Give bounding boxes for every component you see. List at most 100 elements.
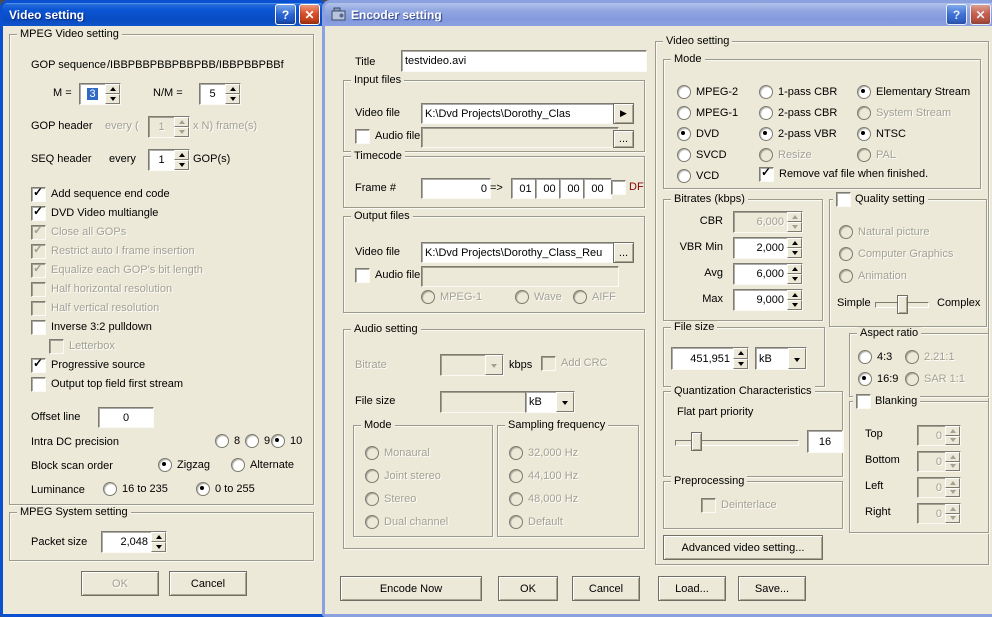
file-size-spinner[interactable]: 451,951	[671, 347, 749, 370]
radio-icon[interactable]	[677, 106, 691, 120]
radio-vcd[interactable]: VCD	[677, 169, 719, 183]
browse-button[interactable]: ...	[613, 242, 634, 263]
checkbox-icon[interactable]	[836, 191, 851, 207]
load-button[interactable]: Load...	[658, 576, 726, 601]
help-button[interactable]: ?	[946, 4, 967, 25]
check-inverse-32-pulldown[interactable]: Inverse 3:2 pulldown	[31, 319, 152, 335]
checkbox-icon[interactable]	[355, 267, 370, 283]
spin-down-icon[interactable]	[174, 160, 189, 170]
radio-2pass-vbr[interactable]: 2-pass VBR	[759, 127, 837, 141]
packet-size-spinner[interactable]: 2,048	[101, 531, 167, 553]
checkbox-icon[interactable]	[759, 165, 774, 182]
output-video-file-input[interactable]: K:\Dvd Projects\Dorothy_Class_Reu	[421, 242, 619, 263]
check-dvd-video-multiangle[interactable]: DVD Video multiangle	[31, 204, 158, 221]
radio-mpeg1[interactable]: MPEG-1	[677, 106, 738, 120]
spin-up-icon[interactable]	[787, 290, 802, 300]
radio-icon[interactable]	[858, 372, 872, 386]
spin-down-icon[interactable]	[787, 300, 802, 310]
spin-down-icon[interactable]	[787, 248, 802, 258]
radio-zigzag[interactable]: Zigzag	[158, 458, 210, 472]
spin-down-icon[interactable]	[151, 542, 166, 552]
check-quality-setting[interactable]: Quality setting	[833, 191, 928, 207]
check-output-top-field-first[interactable]: Output top field first stream	[31, 376, 183, 392]
dropdown-arrow-icon[interactable]	[556, 392, 574, 412]
quality-slider-thumb[interactable]	[897, 295, 908, 314]
encode-now-button[interactable]: Encode Now	[340, 576, 482, 601]
check-input-audio-file[interactable]: Audio file	[355, 128, 420, 144]
spin-up-icon[interactable]	[151, 532, 166, 542]
check-remove-vaf[interactable]: Remove vaf file when finished.	[759, 165, 928, 182]
spin-up-icon[interactable]	[787, 264, 802, 274]
radio-16-to-235[interactable]: 16 to 235	[103, 482, 168, 496]
radio-2pass-cbr[interactable]: 2-pass CBR	[759, 106, 837, 120]
radio-icon[interactable]	[196, 482, 210, 496]
advanced-video-setting-button[interactable]: Advanced video setting...	[663, 535, 823, 560]
radio-icon[interactable]	[245, 434, 259, 448]
offset-line-input[interactable]: 0	[98, 407, 154, 428]
radio-mpeg2[interactable]: MPEG-2	[677, 85, 738, 99]
radio-icon[interactable]	[158, 458, 172, 472]
radio-icon[interactable]	[215, 434, 229, 448]
checkbox-icon[interactable]	[31, 319, 46, 335]
file-size-unit-combo[interactable]: kB	[755, 347, 807, 370]
quantization-value-input[interactable]: 16	[807, 430, 843, 453]
timecode-frames-input[interactable]: 00	[583, 178, 612, 199]
spin-up-icon[interactable]	[105, 84, 120, 94]
radio-alternate[interactable]: Alternate	[231, 458, 294, 472]
frame-number-input[interactable]: 0	[421, 178, 491, 199]
check-drop-frame[interactable]: DF	[611, 179, 644, 195]
radio-icon[interactable]	[677, 148, 691, 162]
cancel-button[interactable]: Cancel	[169, 571, 247, 596]
radio-dvd[interactable]: DVD	[677, 127, 719, 141]
radio-0-to-255[interactable]: 0 to 255	[196, 482, 255, 496]
radio-icon[interactable]	[103, 482, 117, 496]
spin-up-icon[interactable]	[225, 84, 240, 94]
spin-up-icon[interactable]	[787, 238, 802, 248]
ok-button[interactable]: OK	[498, 576, 558, 601]
title-input[interactable]: testvideo.avi	[401, 50, 647, 72]
spin-down-icon[interactable]	[105, 94, 120, 104]
radio-ntsc[interactable]: NTSC	[857, 127, 906, 141]
max-spinner[interactable]: 9,000	[733, 289, 803, 311]
input-video-file-input[interactable]: K:\Dvd Projects\Dorothy_Clas	[421, 103, 619, 124]
spin-down-icon[interactable]	[225, 94, 240, 104]
radio-intra-dc-10[interactable]: 10	[271, 434, 302, 448]
radio-icon[interactable]	[677, 169, 691, 183]
nm-spinner[interactable]: 5	[199, 83, 241, 105]
spin-up-icon[interactable]	[174, 150, 189, 160]
spin-down-icon[interactable]	[787, 274, 802, 284]
spin-down-icon[interactable]	[733, 358, 748, 369]
help-button[interactable]: ?	[275, 4, 296, 25]
radio-icon[interactable]	[759, 127, 773, 141]
seq-header-spinner[interactable]: 1	[148, 149, 190, 171]
save-button[interactable]: Save...	[738, 576, 806, 601]
check-progressive-source[interactable]: Progressive source	[31, 356, 145, 373]
close-button[interactable]: ✕	[970, 4, 991, 25]
radio-1pass-cbr[interactable]: 1-pass CBR	[759, 85, 837, 99]
radio-4-3[interactable]: 4:3	[858, 350, 892, 364]
checkbox-icon[interactable]	[31, 356, 46, 373]
audio-file-size-unit-combo[interactable]: kB	[525, 391, 575, 413]
checkbox-icon[interactable]	[31, 376, 46, 392]
radio-svcd[interactable]: SVCD	[677, 148, 727, 162]
radio-intra-dc-9[interactable]: 9	[245, 434, 270, 448]
cancel-button[interactable]: Cancel	[572, 576, 640, 601]
radio-icon[interactable]	[857, 127, 871, 141]
dropdown-arrow-icon[interactable]	[788, 348, 806, 369]
radio-icon[interactable]	[759, 85, 773, 99]
checkbox-icon[interactable]	[611, 179, 626, 195]
checkbox-icon[interactable]	[31, 204, 46, 221]
check-add-sequence-end-code[interactable]: Add sequence end code	[31, 185, 170, 202]
radio-icon[interactable]	[677, 127, 691, 141]
radio-icon[interactable]	[857, 85, 871, 99]
titlebar-video-setting[interactable]: Video setting ? ✕	[3, 3, 324, 26]
browse-button[interactable]: ...	[613, 130, 634, 148]
close-button[interactable]: ✕	[299, 4, 320, 25]
radio-icon[interactable]	[759, 106, 773, 120]
avg-spinner[interactable]: 6,000	[733, 263, 803, 285]
titlebar-encoder-setting[interactable]: Encoder setting ? ✕	[325, 3, 992, 26]
radio-icon[interactable]	[677, 85, 691, 99]
checkbox-icon[interactable]	[856, 393, 871, 409]
m-spinner[interactable]: 3	[79, 83, 121, 105]
radio-elementary-stream[interactable]: Elementary Stream	[857, 85, 970, 99]
